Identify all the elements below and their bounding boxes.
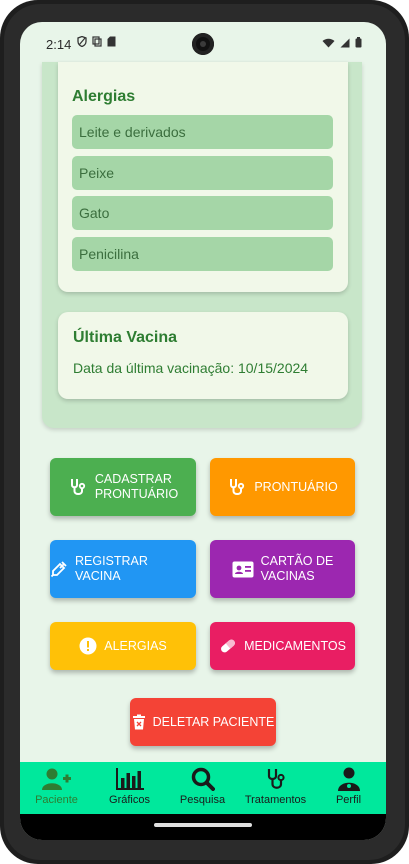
- cadastrar-prontuario-button[interactable]: CADASTRAR PRONTUÁRIO: [50, 458, 196, 516]
- gesture-navigation-bar: [20, 814, 386, 840]
- nav-item-paciente[interactable]: Paciente: [20, 762, 93, 814]
- last-vaccine-card: [58, 312, 348, 399]
- copy-notification-icon: [92, 36, 102, 47]
- medicamentos-label: MEDICAMENTOS: [244, 638, 346, 653]
- front-camera: [192, 33, 214, 55]
- screen: 2:14 Alergias Leite e derivados Peixe Ga…: [20, 22, 386, 840]
- allergy-item: Peixe: [72, 156, 333, 190]
- alergias-button[interactable]: ALERGIAS: [50, 622, 196, 670]
- wifi-icon: [322, 38, 335, 47]
- sd-card-icon: [107, 36, 116, 47]
- status-icons-left: [77, 36, 116, 47]
- nav-item-tratamentos[interactable]: Tratamentos: [239, 762, 312, 814]
- allergy-item: Gato: [72, 196, 333, 230]
- nav-item-graficos[interactable]: Gráficos: [93, 762, 166, 814]
- last-vaccine-date: Data da última vacinação: 10/15/2024: [73, 360, 309, 376]
- status-time: 2:14: [46, 37, 72, 52]
- stethoscope-icon: [70, 479, 85, 495]
- deletar-paciente-button[interactable]: DELETAR PACIENTE: [130, 698, 276, 746]
- signal-icon: [340, 38, 350, 47]
- status-bar: 2:14: [20, 22, 386, 66]
- nav-label-pesquisa: Pesquisa: [179, 794, 226, 806]
- cartao-vacinas-button[interactable]: CARTÃO DE VACINAS: [210, 540, 355, 598]
- nav-label-tratamentos: Tratamentos: [244, 794, 307, 806]
- nav-label-perfil: Perfil: [335, 794, 362, 806]
- nav-item-pesquisa[interactable]: Pesquisa: [166, 762, 239, 814]
- battery-icon: [355, 37, 362, 48]
- nav-item-perfil[interactable]: Perfil: [312, 762, 385, 814]
- allergy-item: Leite e derivados: [72, 115, 333, 149]
- medicamentos-button[interactable]: MEDICAMENTOS: [210, 622, 355, 670]
- stethoscope-icon: [230, 479, 245, 495]
- privacy-shield-icon: [77, 36, 87, 47]
- last-vaccine-title: Última Vacina: [73, 329, 178, 346]
- user-plus-icon: [41, 768, 71, 790]
- alergias-label: ALERGIAS: [104, 638, 167, 653]
- home-gesture-handle[interactable]: [154, 823, 252, 827]
- nav-label-paciente: Paciente: [35, 794, 78, 806]
- cartao-vacinas-label: CARTÃO DE VACINAS: [260, 554, 334, 583]
- cadastrar-prontuario-label: CADASTRAR PRONTUÁRIO: [94, 472, 179, 501]
- registrar-vacina-label: REGISTRAR VACINA: [75, 554, 148, 583]
- search-icon: [191, 767, 215, 791]
- registrar-vacina-button[interactable]: REGISTRAR VACINA: [50, 540, 196, 598]
- doctor-profile-icon: [337, 767, 360, 791]
- trash-icon: [132, 714, 145, 730]
- alert-icon: [79, 637, 97, 655]
- bottom-navigation: Paciente Gráficos Pesquisa Tratamentos P…: [20, 762, 386, 814]
- bar-chart-icon: [115, 768, 144, 790]
- allergy-item: Penicilina: [72, 237, 333, 271]
- allergies-title: Alergias: [72, 88, 136, 105]
- syringe-icon: [50, 561, 67, 578]
- status-icons-right: [322, 37, 362, 48]
- prontuario-label: PRONTUÁRIO: [254, 479, 338, 494]
- deletar-paciente-label: DELETAR PACIENTE: [152, 714, 275, 729]
- prontuario-button[interactable]: PRONTUÁRIO: [210, 458, 355, 516]
- stethoscope-icon: [267, 769, 285, 789]
- id-card-icon: [232, 561, 254, 577]
- nav-label-graficos: Gráficos: [109, 794, 150, 806]
- pill-icon: [221, 639, 236, 653]
